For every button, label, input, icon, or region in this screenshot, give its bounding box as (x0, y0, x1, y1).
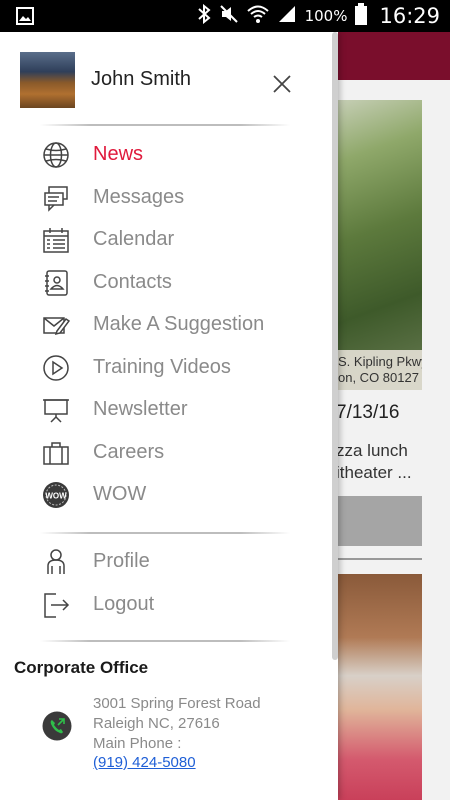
office-phone-link[interactable]: (919) 424-5080 (93, 754, 196, 771)
messages-icon (42, 184, 70, 212)
scrollbar[interactable] (332, 32, 338, 660)
signal-icon (277, 4, 297, 29)
menu-item-contacts[interactable]: Contacts (0, 261, 330, 303)
phone-icon[interactable] (42, 711, 72, 741)
divider (40, 532, 290, 534)
globe-icon (42, 141, 70, 169)
photo-caption: S. Kipling Pkwy on, CO 80127 (330, 350, 422, 390)
menu-item-label: Newsletter (93, 398, 188, 420)
calendar-icon (42, 226, 70, 254)
menu-item-logout[interactable]: Logout (0, 583, 330, 625)
menu-item-label: Logout (93, 593, 155, 615)
background-news-feed: S. Kipling Pkwy on, CO 80127 7/13/16 zza… (330, 32, 450, 800)
wifi-icon (246, 4, 269, 29)
menu-item-newsletter[interactable]: Newsletter (0, 388, 330, 430)
menu-item-label: Contacts (93, 271, 172, 293)
menu-item-calendar[interactable]: Calendar (0, 218, 330, 260)
svg-text:WOW: WOW (45, 492, 67, 501)
news-photo[interactable] (330, 574, 422, 800)
menu-item-wow[interactable]: WOW WOW (0, 473, 330, 515)
menu-item-label: WOW (93, 483, 147, 505)
navigation-drawer: John Smith News Messages Calendar Contac… (0, 32, 338, 800)
wow-badge-icon: WOW (42, 481, 70, 509)
office-address-line: 3001 Spring Forest Road (93, 695, 261, 712)
briefcase-icon (42, 439, 70, 467)
divider (40, 640, 290, 642)
office-title: Corporate Office (14, 658, 149, 677)
menu-item-messages[interactable]: Messages (0, 176, 330, 218)
menu-item-label: Calendar (93, 228, 175, 250)
news-action-bar[interactable] (330, 496, 422, 546)
divider (40, 124, 290, 126)
caption-line: S. Kipling Pkwy (338, 354, 422, 369)
office-address-line: Raleigh NC, 27616 (93, 715, 220, 732)
menu-item-label: Messages (93, 186, 185, 208)
status-bar: 100% 16:29 (0, 0, 450, 32)
news-date: 7/13/16 (336, 402, 400, 423)
menu-item-training-videos[interactable]: Training Videos (0, 346, 330, 388)
bluetooth-icon (197, 3, 211, 29)
logout-icon (42, 591, 70, 619)
image-icon (16, 7, 34, 30)
battery-percent: 100% (304, 7, 348, 25)
news-photo[interactable] (330, 100, 422, 390)
menu-item-make-a-suggestion[interactable]: Make A Suggestion (0, 303, 330, 345)
divider (330, 558, 422, 560)
user-name: John Smith (91, 68, 192, 90)
menu-item-news[interactable]: News (0, 133, 330, 175)
suggestion-icon (42, 311, 71, 339)
menu-item-careers[interactable]: Careers (0, 431, 330, 473)
contacts-icon (42, 269, 70, 297)
clock: 16:29 (379, 4, 440, 28)
menu-item-label: Training Videos (93, 356, 231, 378)
close-icon (273, 75, 291, 93)
battery-icon (355, 2, 368, 30)
avatar[interactable] (20, 52, 75, 108)
presentation-icon (42, 396, 70, 424)
news-excerpt: zza lunch itheater ... (336, 440, 412, 484)
close-button[interactable] (268, 70, 296, 98)
excerpt-line: zza lunch (336, 441, 408, 460)
mute-icon (219, 4, 239, 29)
app-header-bar (330, 32, 450, 80)
excerpt-line: itheater ... (336, 463, 412, 482)
menu-item-label: Careers (93, 441, 165, 463)
menu-item-label: Profile (93, 550, 150, 572)
menu-item-label: News (93, 143, 144, 165)
caption-line: on, CO 80127 (338, 370, 419, 385)
menu-item-label: Make A Suggestion (93, 313, 265, 335)
play-icon (42, 354, 70, 382)
menu-item-profile[interactable]: Profile (0, 540, 330, 582)
person-icon (42, 548, 70, 576)
office-phone-label: Main Phone : (93, 735, 182, 752)
